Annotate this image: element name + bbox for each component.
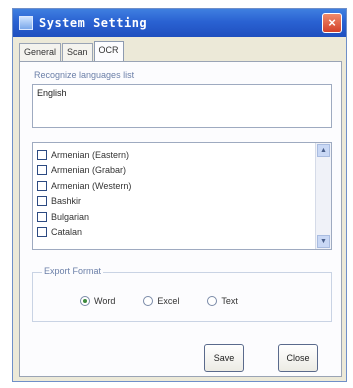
list-item[interactable]: Armenian (Western) [33,178,315,194]
radio-button[interactable] [80,296,90,306]
tab-scan[interactable]: Scan [62,43,93,61]
radio-button[interactable] [143,296,154,306]
list-scrollbar[interactable]: ▲ ▼ [315,143,331,249]
scroll-up-icon[interactable]: ▲ [317,144,330,157]
list-item[interactable]: Bulgarian [33,209,315,225]
list-item-label: Catalan [51,227,83,238]
radio-word[interactable]: Word [80,296,115,306]
export-format-options: Word Excel Text [80,296,266,306]
export-format-label: Export Format [42,266,104,276]
radio-button[interactable] [207,296,218,306]
radio-label: Text [221,296,238,306]
app-icon [19,16,33,30]
radio-label: Excel [157,296,180,306]
radio-excel[interactable]: Excel [143,296,179,306]
list-item-label: Bashkir [51,196,82,207]
close-window-button[interactable]: × [322,13,342,33]
radio-label: Word [94,296,116,306]
save-button[interactable]: Save [204,344,244,372]
checkbox[interactable] [37,196,47,207]
ocr-panel: Recognize languages list English Armenia… [19,61,342,377]
checkbox[interactable] [37,165,47,176]
list-item-label: Armenian (Eastern) [51,149,130,160]
list-item-label: Bulgarian [51,211,90,222]
title-bar[interactable]: System Setting × [13,9,346,37]
checkbox[interactable] [37,180,47,191]
list-item-label: Armenian (Grabar) [51,165,127,176]
tab-general[interactable]: General [19,43,62,61]
language-list[interactable]: Armenian (Eastern) Armenian (Grabar) Arm… [32,142,332,250]
list-item[interactable]: Bashkir [33,194,315,210]
list-item-label: Armenian (Western) [51,180,132,191]
system-setting-dialog: System Setting × General Scan OCR Recogn… [12,8,347,382]
list-item[interactable]: Armenian (Eastern) [33,147,315,163]
recognize-languages-field[interactable]: English [32,84,332,128]
list-item[interactable]: Catalan [33,225,315,241]
close-button[interactable]: Close [278,344,318,372]
tab-strip: General Scan OCR [19,41,125,61]
tab-ocr[interactable]: OCR [93,41,124,61]
radio-text[interactable]: Text [207,296,238,306]
list-item[interactable]: Armenian (Grabar) [33,163,315,179]
recognize-languages-label: Recognize languages list [32,70,137,80]
scroll-down-icon[interactable]: ▼ [317,235,330,248]
checkbox[interactable] [37,227,47,238]
window-title: System Setting [39,16,148,30]
checkbox[interactable] [37,211,47,222]
checkbox[interactable] [37,149,47,160]
